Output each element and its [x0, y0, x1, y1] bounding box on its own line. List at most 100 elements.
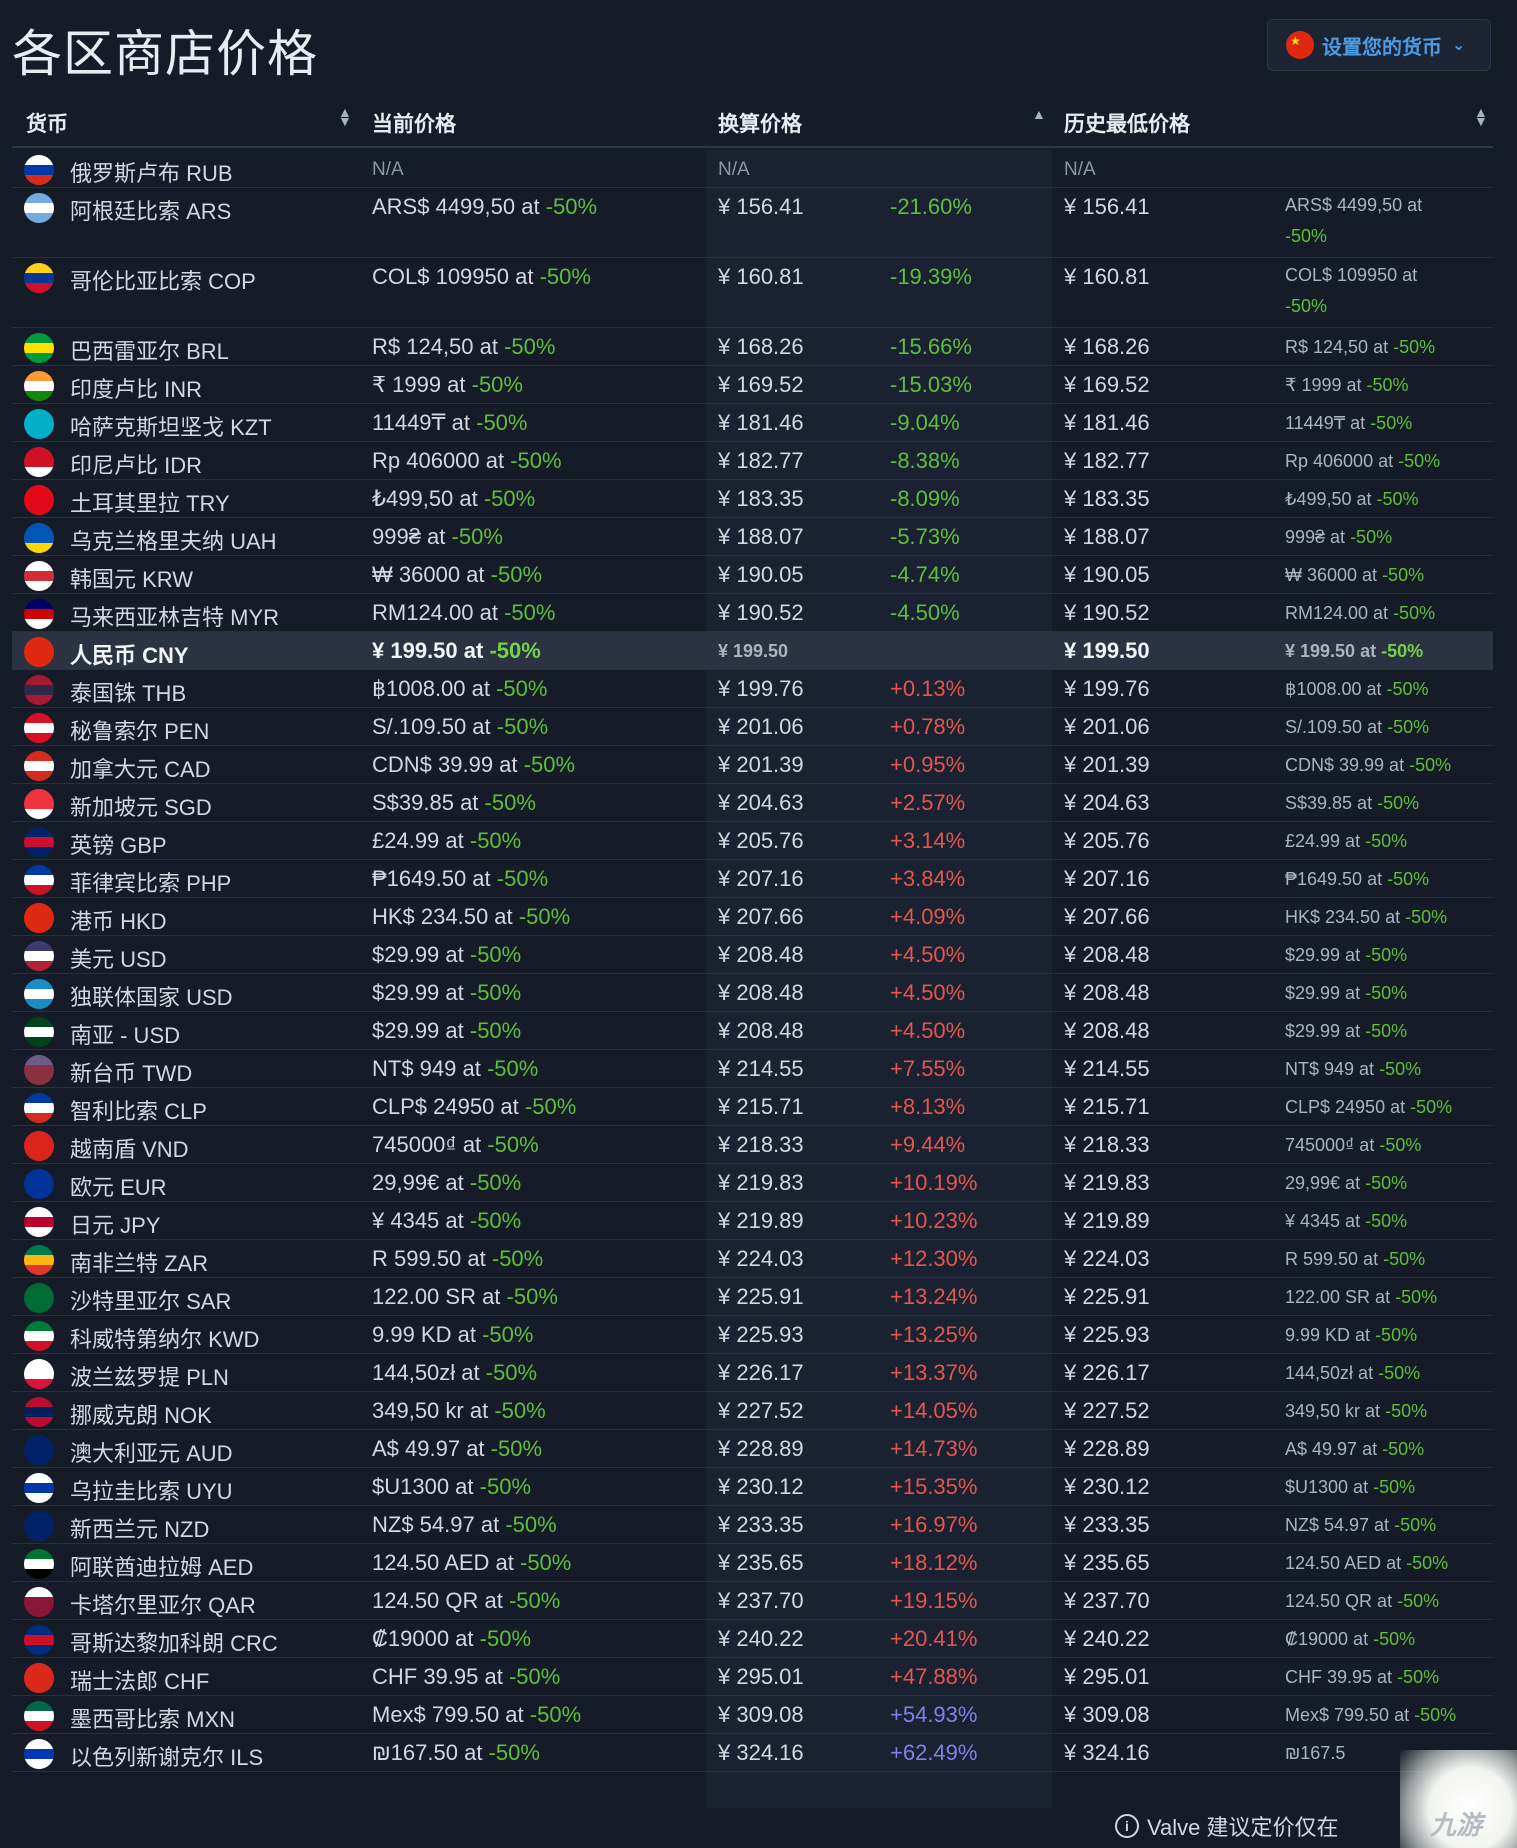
discount: -50%: [490, 562, 542, 587]
lowest-price: ¥ 207.16: [1064, 866, 1150, 891]
price-difference: +0.78%: [890, 714, 966, 739]
current-price: 745000₫ at -50%: [372, 1132, 539, 1157]
converted-price: ¥ 228.89: [718, 1436, 804, 1461]
header-current-price[interactable]: 当前价格: [372, 108, 456, 138]
converted-price: ¥ 156.41: [718, 194, 804, 219]
currency-name: 阿根廷比索 ARS: [70, 199, 232, 224]
lowest-price-detail: ₺499,50 at -50%: [1285, 489, 1419, 509]
converted-price: ¥ 169.52: [718, 372, 804, 397]
country-flag-icon: [24, 865, 54, 895]
current-price: ₡19000 at -50%: [372, 1626, 531, 1651]
country-flag-icon: [24, 1663, 54, 1693]
country-flag-icon: [24, 1435, 54, 1465]
sort-arrows-icon[interactable]: ▲ ▼: [1474, 105, 1488, 128]
price-difference: +4.50%: [890, 1018, 966, 1043]
table-row: 新西兰元 NZD NZ$ 54.97 at -50% ¥ 233.35 +16.97%…: [12, 1506, 1493, 1544]
table-row: 马来西亚林吉特 MYR RM124.00 at -50% ¥ 190.52 -4.50…: [12, 594, 1493, 632]
price-difference: +13.24%: [890, 1284, 978, 1309]
current-price: ₱1649.50 at -50%: [372, 866, 549, 891]
table-row: 港币 HKD HK$ 234.50 at -50% ¥ 207.66 +4.09% ¥ …: [12, 898, 1493, 936]
discount: -50%: [490, 1436, 543, 1461]
header-currency[interactable]: 货币: [26, 108, 68, 138]
discount: -50%: [451, 524, 503, 549]
currency-name: 卡塔尔里亚尔 QAR: [70, 1593, 256, 1618]
lowest-price: ¥ 227.52: [1064, 1398, 1150, 1423]
lowest-price: ¥ 199.50: [1064, 638, 1150, 663]
currency-name: 波兰兹罗提 PLN: [70, 1365, 229, 1390]
lowest-price-detail: ARS$ 4499,50 at -50%: [1285, 195, 1423, 246]
country-flag-icon: [24, 941, 54, 971]
currency-name: 人民币 CNY: [70, 643, 189, 668]
current-price: 11449₸ at -50%: [372, 410, 528, 435]
lowest-price-detail: R$ 124,50 at -50%: [1285, 337, 1436, 357]
price-difference: +15.35%: [890, 1474, 978, 1499]
country-flag-icon: [24, 789, 54, 819]
lowest-price: ¥ 190.52: [1064, 600, 1150, 625]
current-price: S$39.85 at -50%: [372, 790, 536, 815]
converted-price: ¥ 160.81: [718, 264, 804, 289]
current-price: CDN$ 39.99 at -50%: [372, 752, 575, 777]
price-difference: -19.39%: [890, 264, 972, 289]
lowest-price-detail: CLP$ 24950 at -50%: [1285, 1097, 1453, 1117]
lowest-price-detail: ₹ 1999 at -50%: [1285, 375, 1409, 395]
header-converted-price[interactable]: 换算价格: [718, 108, 802, 138]
lowest-price-detail: 9.99 KD at -50%: [1285, 1325, 1418, 1345]
country-flag-icon: [24, 409, 54, 439]
current-price: 144,50zł at -50%: [372, 1360, 538, 1385]
country-flag-icon: [24, 447, 54, 477]
lowest-price: ¥ 204.63: [1064, 790, 1150, 815]
info-icon: i: [1115, 1814, 1139, 1838]
discount: -50%: [483, 486, 536, 511]
discount: -50%: [518, 904, 571, 929]
converted-price: ¥ 207.66: [718, 904, 804, 929]
lowest-price: ¥ 240.22: [1064, 1626, 1150, 1651]
country-flag-icon: [24, 1511, 54, 1541]
currency-name: 加拿大元 CAD: [70, 757, 211, 782]
currency-name: 巴西雷亚尔 BRL: [70, 339, 229, 364]
lowest-price: ¥ 188.07: [1064, 524, 1150, 549]
table-row: 南非兰特 ZAR R 599.50 at -50% ¥ 224.03 +12.30% ¥…: [12, 1240, 1493, 1278]
sort-asc-icon[interactable]: ▲: [1032, 107, 1046, 121]
header-lowest-price[interactable]: 历史最低价格: [1064, 108, 1190, 138]
discount: -50%: [494, 1398, 546, 1423]
country-flag-icon: [24, 1283, 54, 1313]
country-flag-icon: [24, 263, 54, 293]
lowest-price: ¥ 182.77: [1064, 448, 1150, 473]
lowest-price: ¥ 228.89: [1064, 1436, 1150, 1461]
lowest-price: ¥ 219.89: [1064, 1208, 1150, 1233]
sort-arrows-icon[interactable]: ▲ ▼: [338, 105, 352, 128]
footer-text: Valve 建议定价仅在: [1147, 1815, 1339, 1840]
currency-name: 土耳其里拉 TRY: [70, 491, 230, 516]
currency-name: 沙特里亚尔 SAR: [70, 1289, 232, 1314]
table-row: 沙特里亚尔 SAR 122.00 SR at -50% ¥ 225.91 +13.24…: [12, 1278, 1493, 1316]
lowest-price: ¥ 201.06: [1064, 714, 1150, 739]
country-flag-icon: [24, 561, 54, 591]
currency-name: 南亚 - USD: [70, 1023, 181, 1048]
price-difference: +20.41%: [890, 1626, 978, 1651]
lowest-price: ¥ 226.17: [1064, 1360, 1150, 1385]
current-price: 29,99€ at -50%: [372, 1170, 522, 1195]
country-flag-icon: [24, 1245, 54, 1275]
lowest-price-detail: 349,50 kr at -50%: [1285, 1401, 1428, 1421]
table-row: 独联体国家 USD $29.99 at -50% ¥ 208.48 +4.50% ¥ 2…: [12, 974, 1493, 1012]
lowest-price-detail: R 599.50 at -50%: [1285, 1249, 1426, 1269]
current-price: ₩ 36000 at -50%: [372, 562, 542, 587]
lowest-price-detail: £24.99 at -50%: [1285, 831, 1408, 851]
table-row: 墨西哥比索 MXN Mex$ 799.50 at -50% ¥ 309.08 +54.…: [12, 1696, 1493, 1734]
current-price: 124.50 QR at -50%: [372, 1588, 561, 1613]
table-row: 新台币 TWD NT$ 949 at -50% ¥ 214.55 +7.55% ¥ 21…: [12, 1050, 1493, 1088]
current-price: 349,50 kr at -50%: [372, 1398, 546, 1423]
converted-price: ¥ 190.05: [718, 562, 804, 587]
table-row: 菲律宾比索 PHP ₱1649.50 at -50% ¥ 207.16 +3.84% ¥…: [12, 860, 1493, 898]
lowest-price-detail: NZ$ 54.97 at -50%: [1285, 1515, 1437, 1535]
table-row: 哈萨克斯坦坚戈 KZT 11449₸ at -50% ¥ 181.46 -9.04% ¥…: [12, 404, 1493, 442]
currency-name: 日元 JPY: [70, 1213, 161, 1238]
converted-price: ¥ 199.50: [718, 641, 789, 661]
country-flag-icon: [24, 1093, 54, 1123]
set-currency-button[interactable]: 设置您的货币 ⌄: [1267, 19, 1491, 71]
table-row: 南亚 - USD $29.99 at -50% ¥ 208.48 +4.50% ¥ 20…: [12, 1012, 1493, 1050]
lowest-price: ¥ 199.76: [1064, 676, 1150, 701]
country-flag-icon: [24, 637, 54, 667]
converted-price: ¥ 190.52: [718, 600, 804, 625]
current-price: R$ 124,50 at -50%: [372, 334, 556, 359]
